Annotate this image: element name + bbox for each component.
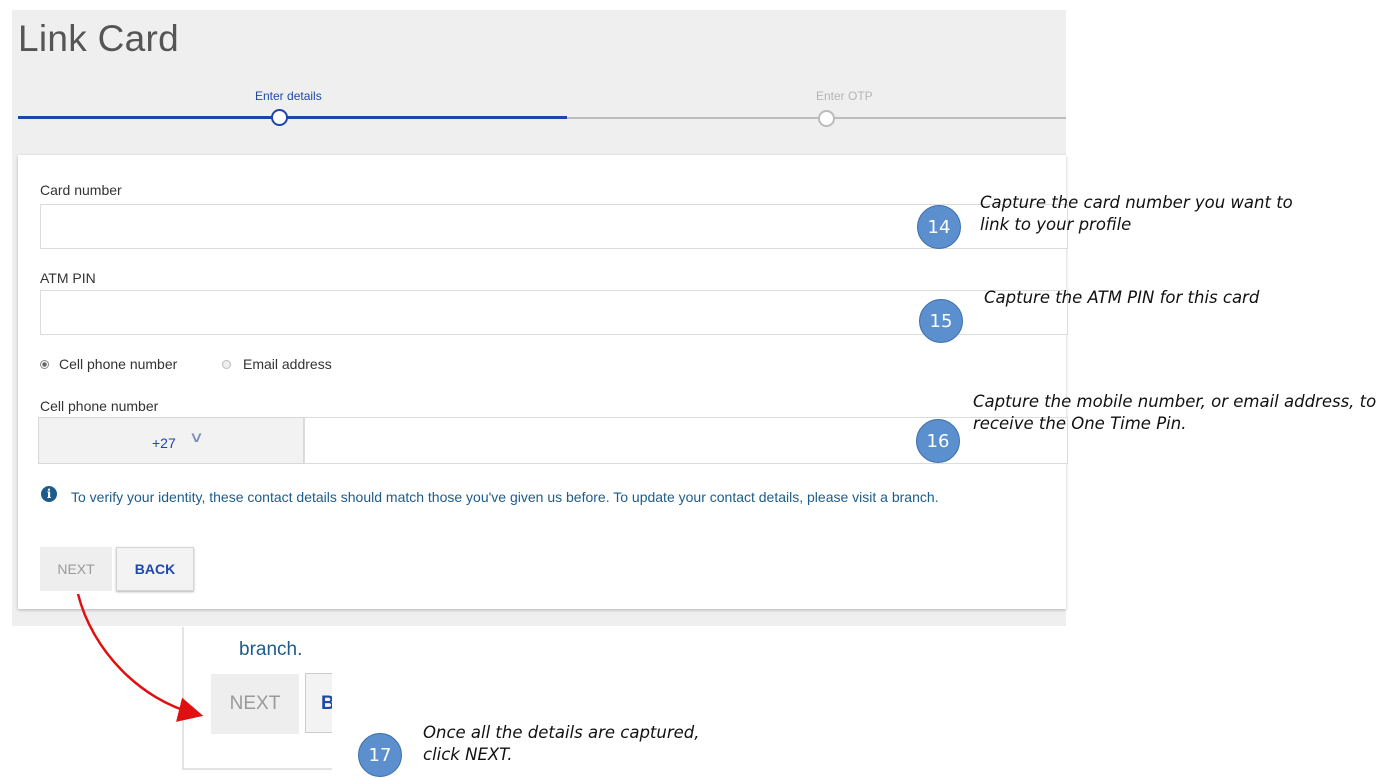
page-title: Link Card bbox=[18, 18, 180, 59]
step-enter-otp-indicator bbox=[818, 110, 835, 127]
email-address-radio[interactable] bbox=[222, 360, 231, 369]
cell-phone-radio[interactable] bbox=[40, 360, 49, 369]
info-circle-icon: i bbox=[41, 486, 57, 502]
zoom-inset-branch-text: branch. bbox=[239, 639, 303, 660]
annotation-note-14: Capture the card number you want to link… bbox=[980, 193, 1293, 234]
email-address-radio-label[interactable]: Email address bbox=[243, 356, 332, 372]
card-number-label: Card number bbox=[40, 182, 122, 198]
annotation-badge-14: 14 bbox=[917, 205, 961, 249]
cell-phone-radio-label[interactable]: Cell phone number bbox=[59, 356, 177, 372]
atm-pin-label: ATM PIN bbox=[40, 270, 96, 286]
annotation-note-17: Once all the details are captured, click… bbox=[423, 723, 700, 764]
chevron-down-icon[interactable]: ∨ bbox=[189, 428, 204, 446]
annotation-badge-16: 16 bbox=[916, 419, 960, 463]
zoom-inset-next-button: NEXT bbox=[211, 674, 299, 734]
annotation-badge-17: 17 bbox=[358, 733, 402, 777]
zoom-inset-back-button: BA bbox=[305, 673, 332, 733]
zoom-inset: branch. NEXT BA bbox=[182, 627, 332, 770]
step-enter-details-label: Enter details bbox=[255, 89, 322, 103]
info-message: To verify your identity, these contact d… bbox=[71, 489, 939, 505]
stepper-track-completed bbox=[18, 116, 567, 119]
atm-pin-input[interactable] bbox=[40, 290, 1068, 335]
annotation-note-15: Capture the ATM PIN for this card bbox=[984, 288, 1260, 307]
country-code-value[interactable]: +27 bbox=[152, 435, 176, 451]
annotation-badge-15: 15 bbox=[919, 299, 963, 343]
next-button[interactable]: NEXT bbox=[40, 547, 112, 591]
annotation-note-16: Capture the mobile number, or email addr… bbox=[973, 392, 1377, 433]
cell-phone-number-label: Cell phone number bbox=[40, 398, 159, 414]
step-enter-otp-label: Enter OTP bbox=[816, 89, 873, 103]
card-number-input[interactable] bbox=[40, 204, 1068, 249]
step-enter-details-indicator bbox=[271, 109, 288, 126]
stepper-track-pending bbox=[567, 117, 1066, 119]
back-button[interactable]: BACK bbox=[116, 547, 194, 591]
